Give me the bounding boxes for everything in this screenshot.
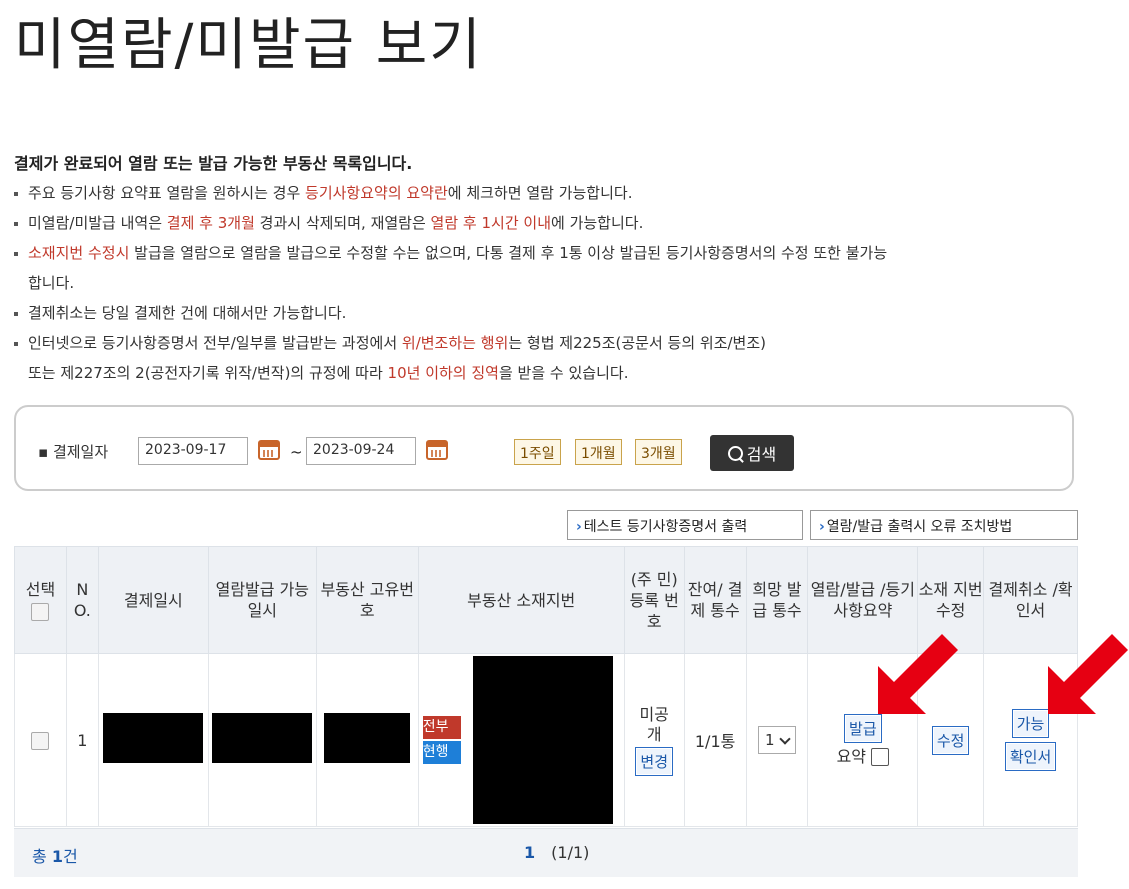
- notice-item-continued: 또는 제227조의 2(공전자기록 위작/변작)의 규정에 따라 10년 이하의…: [28, 364, 629, 382]
- edit-button[interactable]: 수정: [931, 725, 970, 755]
- row-no: 1: [65, 653, 99, 827]
- notice-item: 결제취소는 당일 결제한 건에 대해서만 가능합니다.: [12, 298, 1092, 328]
- desired-count-select[interactable]: 1: [758, 726, 797, 754]
- badge-all: 전부: [422, 716, 461, 739]
- red-arrow-icon: [1048, 634, 1128, 714]
- confirmation-button[interactable]: 확인서: [1004, 742, 1057, 771]
- redacted-block: [212, 713, 313, 763]
- calendar-icon[interactable]: [258, 440, 280, 460]
- payment-date-label: ▪ 결제일자: [38, 443, 109, 461]
- notice-item-continued: 합니다.: [28, 274, 75, 292]
- header-remaining: 잔여/ 결제 통수: [683, 546, 747, 654]
- header-paid-date: 결제일시: [97, 546, 209, 654]
- table-footer: 총 1건 1 (1/1): [14, 828, 1078, 877]
- row-paid-date: [97, 653, 209, 827]
- change-button[interactable]: 변경: [635, 746, 673, 776]
- row-address: 전부 현행: [417, 653, 625, 827]
- period-1month-button[interactable]: 1개월: [575, 439, 622, 465]
- notice-item: 주요 등기사항 요약표 열람을 원하시는 경우 등기사항요약의 요약란에 체크하…: [12, 178, 1092, 208]
- badge-current: 현행: [422, 741, 461, 764]
- period-3month-button[interactable]: 3개월: [635, 439, 682, 465]
- start-date-input[interactable]: 2023-09-17: [138, 437, 248, 465]
- summary-checkbox[interactable]: [871, 748, 890, 766]
- header-available-date: 열람발급 가능일시: [207, 546, 317, 654]
- page-link-current[interactable]: 1: [524, 843, 535, 862]
- row-desired: 1: [745, 653, 809, 827]
- row-checkbox[interactable]: [31, 731, 50, 750]
- header-desired: 희망 발급 통수: [745, 546, 809, 654]
- redacted-block: [472, 656, 613, 824]
- pagination: 1 (1/1): [524, 843, 590, 862]
- search-panel: ▪ 결제일자 2023-09-17 ~ 2023-09-24 1주일 1개월 3…: [14, 405, 1074, 491]
- period-1week-button[interactable]: 1주일: [514, 439, 561, 465]
- date-range-separator: ~: [290, 443, 303, 461]
- notice-item: 미열람/미발급 내역은 결제 후 3개월 경과시 삭제되며, 재열람은 열람 후…: [12, 208, 1092, 238]
- end-date-input[interactable]: 2023-09-24: [306, 437, 416, 465]
- header-resident-no: (주 민) 등록 번호: [623, 546, 685, 654]
- header-address: 부동산 소재지번: [417, 546, 625, 654]
- header-no: N O.: [65, 546, 99, 654]
- search-icon: [727, 445, 743, 461]
- total-count: 총 1건: [32, 847, 78, 866]
- error-guide-button[interactable]: 열람/발급 출력시 오류 조치방법: [810, 510, 1078, 540]
- select-all-checkbox[interactable]: [31, 602, 50, 621]
- notice-heading: 결제가 완료되어 열람 또는 발급 가능한 부동산 목록입니다.: [14, 154, 413, 173]
- search-button[interactable]: 검색: [710, 435, 794, 471]
- notice-item: 인터넷으로 등기사항증명서 전부/일부를 발급받는 과정에서 위/변조하는 행위…: [12, 328, 1092, 358]
- redacted-block: [103, 713, 204, 763]
- calendar-icon[interactable]: [426, 440, 448, 460]
- test-print-button[interactable]: 테스트 등기사항증명서 출력: [567, 510, 803, 540]
- header-select: 선택: [14, 546, 67, 654]
- row-remaining: 1/1통: [683, 653, 747, 827]
- header-unique-no: 부동산 고유번호: [315, 546, 419, 654]
- row-available-date: [207, 653, 317, 827]
- page-title: 미열람/미발급 보기: [14, 13, 483, 78]
- notice-item: 소재지번 수정시 발급을 열람으로 열람을 발급으로 수정할 수는 없으며, 다…: [12, 238, 1092, 268]
- notice-list: 주요 등기사항 요약표 열람을 원하시는 경우 등기사항요약의 요약란에 체크하…: [12, 178, 1092, 388]
- row-select-cell: [14, 653, 67, 827]
- row-resident-no: 미공개 변경: [623, 653, 685, 827]
- red-arrow-icon: [878, 634, 958, 714]
- row-unique-no: [315, 653, 419, 827]
- redacted-block: [324, 713, 411, 763]
